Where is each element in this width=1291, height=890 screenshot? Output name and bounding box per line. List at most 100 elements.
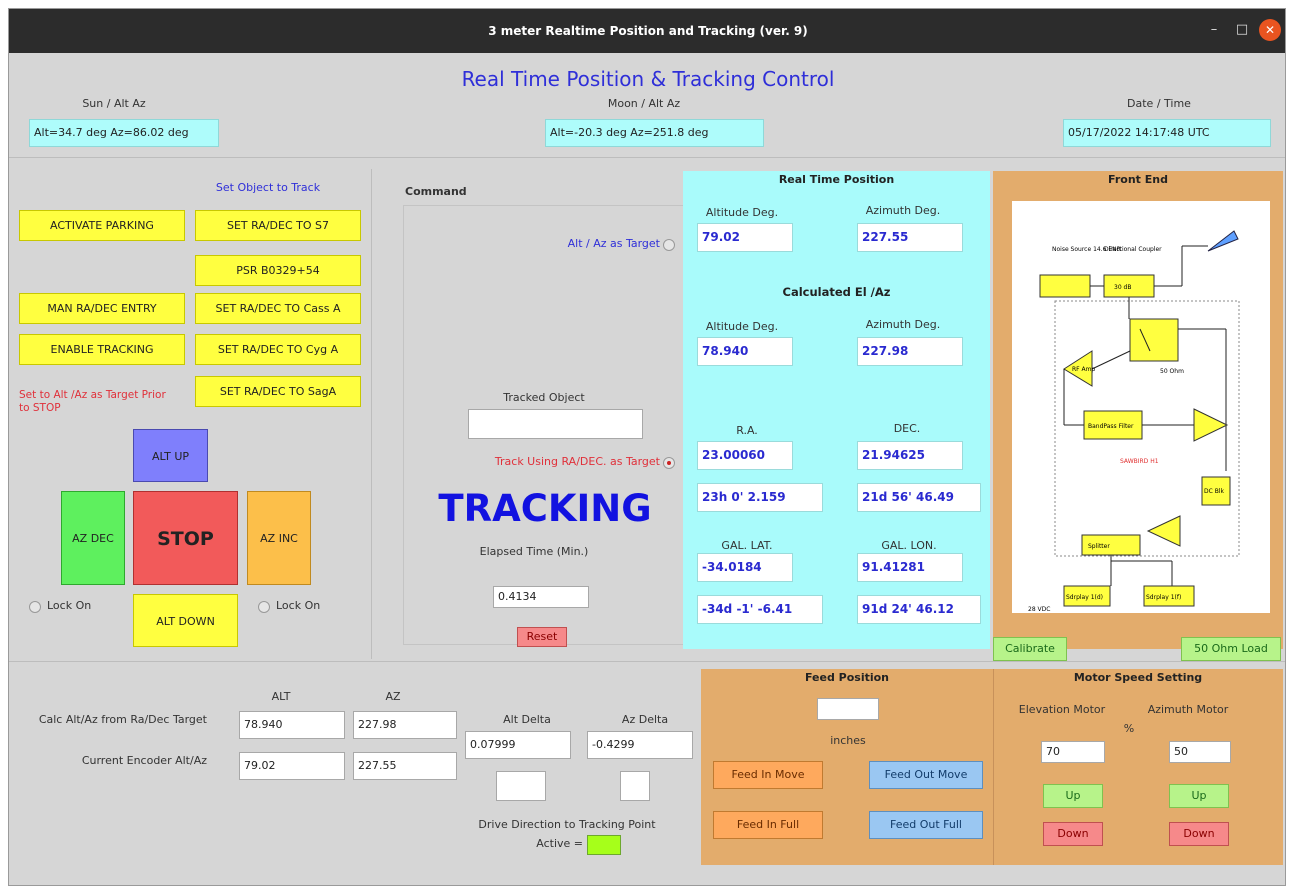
gal-lat-dms-field: -34d -1' -6.41 [697,595,823,624]
elapsed-time-field: 0.4134 [493,586,589,608]
alt-up-button[interactable]: ALT UP [133,429,208,482]
encoder-az-field: 227.55 [353,752,457,780]
alt-down-button[interactable]: ALT DOWN [133,594,238,647]
reset-button[interactable]: Reset [517,627,567,647]
sdr1-text: Sdrplay 1(d) [1066,594,1103,601]
percent-label: % [1123,722,1135,735]
stop-button[interactable]: STOP [133,491,238,585]
tracked-object-label: Tracked Object [503,391,585,404]
azimuth-down-button[interactable]: Down [1169,822,1229,846]
az-inc-button[interactable]: AZ INC [247,491,311,585]
activate-parking-button[interactable]: ACTIVATE PARKING [19,210,185,241]
azimuth-up-button[interactable]: Up [1169,784,1229,808]
calc-alt-az-label: Calc Alt/Az from Ra/Dec Target [38,713,207,726]
front-end-title: Front End [1108,173,1168,186]
feed-out-move-button[interactable]: Feed Out Move [869,761,983,789]
maximize-button[interactable]: □ [1231,19,1253,41]
feed-in-full-button[interactable]: Feed In Full [713,811,823,839]
calc-el-az-title: Calculated El /Az [782,285,891,299]
azimuth-motor-label: Azimuth Motor [1147,703,1229,716]
close-button[interactable]: ✕ [1259,19,1281,41]
rtp-alt-label: Altitude Deg. [705,206,779,219]
az-delta-label: Az Delta [621,713,669,726]
rtp-alt-field: 79.02 [697,223,793,252]
elevation-motor-label: Elevation Motor [1018,703,1106,716]
gal-lat-field: -34.0184 [697,553,793,582]
tracked-object-field[interactable] [468,409,643,439]
bpf-text: BandPass Filter [1088,423,1134,430]
psr-b0329-button[interactable]: PSR B0329+54 [195,255,361,286]
app-window: 3 meter Realtime Position and Tracking (… [8,8,1286,886]
set-cassa-button[interactable]: SET RA/DEC TO Cass A [195,293,361,324]
calc-alt-field: 78.940 [697,337,793,366]
coupler-box-text: 30 dB [1114,284,1131,291]
elevation-down-button[interactable]: Down [1043,822,1103,846]
dec-label: DEC. [893,422,921,435]
az-delta-field: -0.4299 [587,731,693,759]
minimize-button[interactable]: – [1203,19,1225,41]
feed-unit-label: inches [830,734,866,747]
elevation-speed-field[interactable]: 70 [1041,741,1105,763]
alt-az-target-label: Alt / Az as Target [567,237,660,250]
gal-lon-label: GAL. LON. [881,539,937,552]
divider [9,661,1285,662]
lock-on-left-radio[interactable] [29,601,41,613]
calc-az-bottom-field: 227.98 [353,711,457,739]
gal-lon-dms-field: 91d 24' 46.12 [857,595,981,624]
set-s7-button[interactable]: SET RA/DEC TO S7 [195,210,361,241]
sdr2-text: Sdrplay 1(f) [1146,594,1181,601]
alt-column-header: ALT [271,690,291,703]
motor-speed-title: Motor Speed Setting [1073,671,1203,684]
track-radec-label: Track Using RA/DEC. as Target [494,455,660,468]
calibrate-button[interactable]: Calibrate [993,637,1067,661]
active-label: Active = [536,837,583,850]
dec-field: 21.94625 [857,441,963,470]
feed-out-full-button[interactable]: Feed Out Full [869,811,983,839]
ohm-text: 50 Ohm [1160,368,1184,375]
azimuth-speed-field[interactable]: 50 [1169,741,1231,763]
enable-tracking-button[interactable]: ENABLE TRACKING [19,334,185,365]
tracking-status: TRACKING [438,487,652,530]
lock-on-right-radio[interactable] [258,601,270,613]
rtp-az-field: 227.55 [857,223,963,252]
drive-direction-label: Drive Direction to Tracking Point [478,818,656,831]
50-ohm-load-button[interactable]: 50 Ohm Load [1181,637,1281,661]
az-column-header: AZ [385,690,401,703]
lock-on-right-label: Lock On [276,599,321,612]
calc-alt-label: Altitude Deg. [705,320,779,333]
alt-delta-label: Alt Delta [503,713,551,726]
ra-label: R.A. [736,424,758,437]
elapsed-time-label: Elapsed Time (Min.) [479,545,589,558]
window-title: 3 meter Realtime Position and Tracking (… [488,24,808,38]
feed-position-title: Feed Position [804,671,890,684]
set-cyga-button[interactable]: SET RA/DEC TO Cyg A [195,334,361,365]
moon-label: Moon / Alt Az [607,97,681,110]
calc-alt-bottom-field: 78.940 [239,711,345,739]
sawbird-text: SAWBIRD H1 [1120,458,1159,465]
rtp-az-label: Azimuth Deg. [865,204,941,217]
encoder-alt-field: 79.02 [239,752,345,780]
active-indicator [587,835,621,855]
dec-dms-field: 21d 56' 46.49 [857,483,981,512]
alt-az-target-radio[interactable] [663,239,675,251]
az-dec-button[interactable]: AZ DEC [61,491,125,585]
feed-in-move-button[interactable]: Feed In Move [713,761,823,789]
elevation-up-button[interactable]: Up [1043,784,1103,808]
alt-drive-direction-indicator [496,771,546,801]
ra-field: 23.00060 [697,441,793,470]
gal-lat-label: GAL. LAT. [721,539,773,552]
az-drive-direction-indicator [620,771,650,801]
datetime-label: Date / Time [1127,97,1191,110]
calc-az-label: Azimuth Deg. [865,318,941,331]
page-title: Real Time Position & Tracking Control [461,67,835,91]
stop-warning-text: Set to Alt /Az as Target Prior to STOP [19,389,166,414]
track-radec-radio[interactable] [663,457,675,469]
moon-alt-az-field: Alt=-20.3 deg Az=251.8 deg [545,119,764,147]
feed-position-field[interactable] [817,698,879,720]
set-saga-button[interactable]: SET RA/DEC TO SagA [195,376,361,407]
man-radec-entry-button[interactable]: MAN RA/DEC ENTRY [19,293,185,324]
divider [9,157,1285,158]
datetime-field: 05/17/2022 14:17:48 UTC [1063,119,1271,147]
sun-alt-az-field: Alt=34.7 deg Az=86.02 deg [29,119,219,147]
front-end-block-diagram: Noise Source 14.6 ENR Directional Couple… [1028,230,1240,613]
